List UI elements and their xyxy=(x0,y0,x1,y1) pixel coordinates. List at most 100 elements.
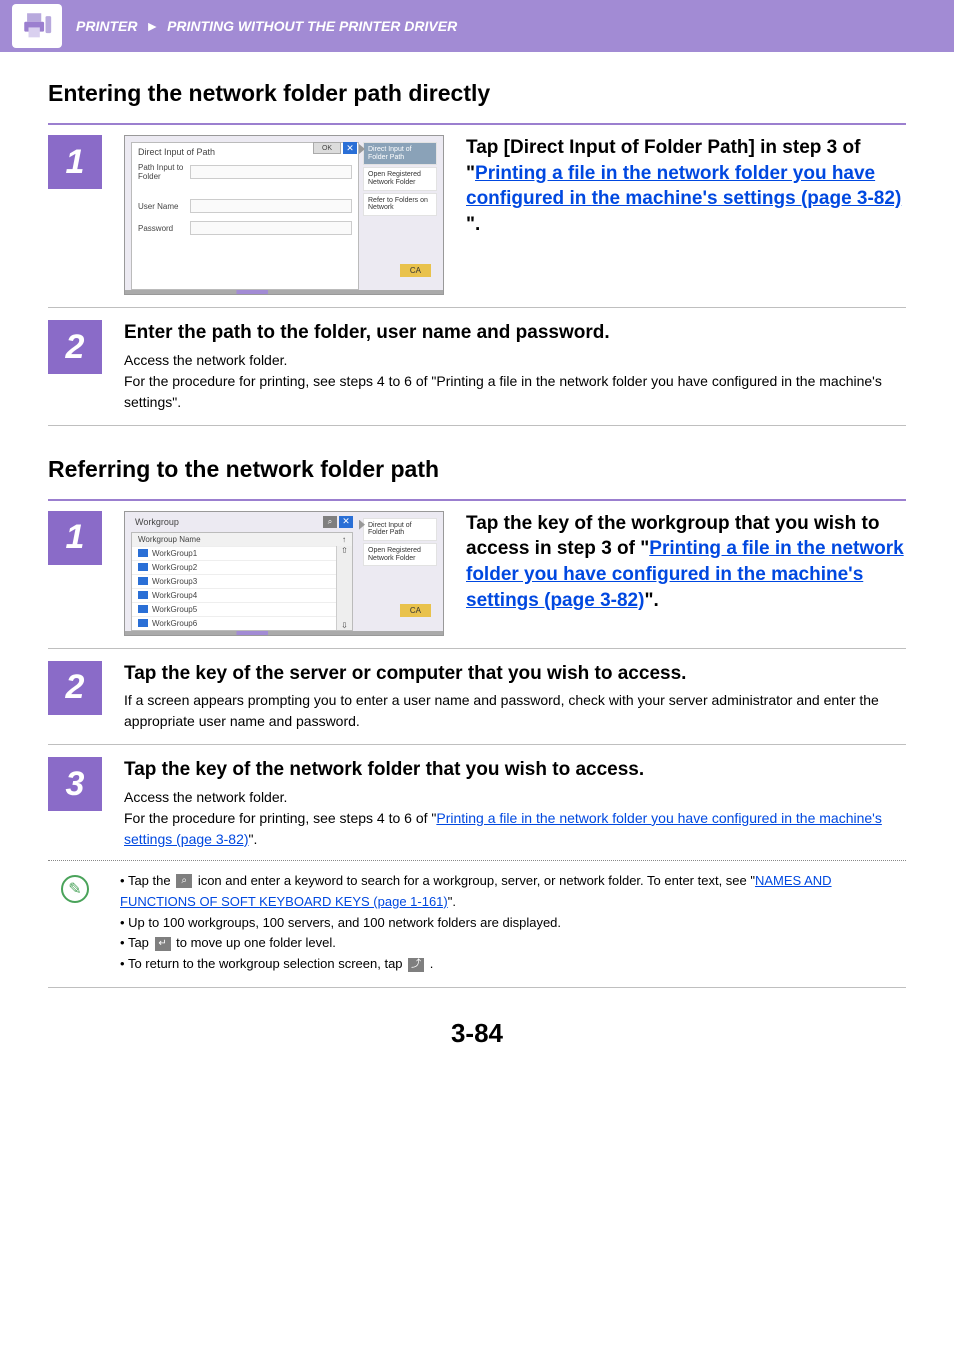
panel-title: Workgroup xyxy=(135,517,179,527)
list-item[interactable]: WorkGroup4 xyxy=(132,588,336,602)
search-icon: ⌕ xyxy=(176,874,192,888)
note-block: ✎ Tap the ⌕ icon and enter a keyword to … xyxy=(48,871,906,975)
step-b2-body: If a screen appears prompting you to ent… xyxy=(124,690,906,732)
header-subsection: PRINTING WITHOUT THE PRINTER DRIVER xyxy=(167,18,457,34)
divider xyxy=(48,744,906,745)
step-a2-body2: For the procedure for printing, see step… xyxy=(124,371,906,413)
workgroup-icon xyxy=(138,619,148,627)
ca-button[interactable]: CA xyxy=(400,604,431,617)
text: To return to the workgroup selection scr… xyxy=(128,956,406,971)
column-header: Workgroup Name xyxy=(138,535,201,544)
note-item: Up to 100 workgroups, 100 servers, and 1… xyxy=(120,913,906,934)
sort-icon[interactable]: ↑ xyxy=(342,535,346,544)
scrollbar[interactable]: ⇧⇩ xyxy=(336,546,352,630)
step-number: 2 xyxy=(48,320,102,374)
close-icon[interactable]: ✕ xyxy=(339,516,353,528)
path-input[interactable] xyxy=(190,165,352,179)
ca-button[interactable]: CA xyxy=(400,264,431,277)
list-item-label: WorkGroup1 xyxy=(152,549,197,558)
text: ". xyxy=(448,894,456,909)
password-label: Password xyxy=(138,224,190,233)
path-label: Path Input to Folder xyxy=(138,163,190,181)
step-b2: 2 Tap the key of the server or computer … xyxy=(48,661,906,733)
device-screenshot-2: Workgroup ⌕ ✕ Workgroup Name ↑ xyxy=(124,511,444,636)
step-number: 3 xyxy=(48,757,102,811)
list-item-label: WorkGroup5 xyxy=(152,605,197,614)
workgroup-icon xyxy=(138,563,148,571)
step-a2-body1: Access the network folder. xyxy=(124,350,906,371)
link-page-3-82[interactable]: Printing a file in the network folder yo… xyxy=(466,163,901,210)
side-refer-folders[interactable]: Refer to Folders on Network xyxy=(363,193,437,216)
side-direct-input[interactable]: Direct Input of Folder Path xyxy=(363,142,437,165)
workgroup-icon xyxy=(138,549,148,557)
step-b1: 1 Workgroup ⌕ ✕ xyxy=(48,511,906,636)
divider xyxy=(48,648,906,649)
list-item[interactable]: WorkGroup2 xyxy=(132,560,336,574)
section-a-title: Entering the network folder path directl… xyxy=(48,80,906,107)
user-label: User Name xyxy=(138,202,190,211)
workgroup-icon xyxy=(138,605,148,613)
step-number: 1 xyxy=(48,135,102,189)
step-b1-title: Tap the key of the workgroup that you wi… xyxy=(466,511,906,614)
text: ". xyxy=(249,831,258,847)
chevron-right-icon: ► xyxy=(145,18,159,34)
divider xyxy=(48,425,906,426)
step-a2-title: Enter the path to the folder, user name … xyxy=(124,320,906,346)
workgroup-icon xyxy=(138,591,148,599)
note-item: To return to the workgroup selection scr… xyxy=(120,954,906,975)
list-item[interactable]: WorkGroup5 xyxy=(132,602,336,616)
text: . xyxy=(426,956,433,971)
user-input[interactable] xyxy=(190,199,352,213)
list-item[interactable]: WorkGroup3 xyxy=(132,574,336,588)
divider xyxy=(48,987,906,988)
side-open-registered[interactable]: Open Registered Network Folder xyxy=(363,543,437,566)
close-icon[interactable]: ✕ xyxy=(343,142,357,154)
step-b3: 3 Tap the key of the network folder that… xyxy=(48,757,906,850)
divider xyxy=(48,307,906,308)
note-item: Tap ↵ to move up one folder level. xyxy=(120,933,906,954)
side-direct-input[interactable]: Direct Input of Folder Path xyxy=(363,518,437,541)
step-b2-title: Tap the key of the server or computer th… xyxy=(124,661,906,687)
text: For the procedure for printing, see step… xyxy=(124,810,436,826)
step-b3-body2: For the procedure for printing, see step… xyxy=(124,808,906,850)
ok-button[interactable]: OK xyxy=(313,142,341,154)
step-number: 1 xyxy=(48,511,102,565)
note-item: Tap the ⌕ icon and enter a keyword to se… xyxy=(120,871,906,913)
note-icon: ✎ xyxy=(48,871,102,903)
side-open-registered[interactable]: Open Registered Network Folder xyxy=(363,167,437,190)
list-item-label: WorkGroup6 xyxy=(152,619,197,628)
text: Tap xyxy=(128,935,153,950)
text: to move up one folder level. xyxy=(173,935,336,950)
divider xyxy=(48,123,906,125)
list-item-label: WorkGroup2 xyxy=(152,563,197,572)
text: icon and enter a keyword to search for a… xyxy=(194,873,755,888)
note-list: Tap the ⌕ icon and enter a keyword to se… xyxy=(120,871,906,975)
list-item-label: WorkGroup4 xyxy=(152,591,197,600)
list-item[interactable]: WorkGroup1 xyxy=(132,546,336,560)
return-icon: ⤴ xyxy=(408,958,424,972)
page-number: 3-84 xyxy=(48,1018,906,1049)
step-a2: 2 Enter the path to the folder, user nam… xyxy=(48,320,906,413)
breadcrumb: PRINTER ► PRINTING WITHOUT THE PRINTER D… xyxy=(76,18,457,34)
list-item-label: WorkGroup3 xyxy=(152,577,197,586)
text: ". xyxy=(466,214,480,235)
divider xyxy=(48,499,906,501)
step-b3-body1: Access the network folder. xyxy=(124,787,906,808)
search-icon[interactable]: ⌕ xyxy=(323,516,337,528)
header-section: PRINTER xyxy=(76,18,137,34)
workgroup-icon xyxy=(138,577,148,585)
step-number: 2 xyxy=(48,661,102,715)
device-screenshot-1: OK ✕ Direct Input of Path Path Input to … xyxy=(124,135,444,295)
divider-dotted xyxy=(48,860,906,861)
list-item[interactable]: WorkGroup6 xyxy=(132,616,336,630)
text: Tap the xyxy=(128,873,174,888)
section-b-title: Referring to the network folder path xyxy=(48,456,906,483)
up-folder-icon: ↵ xyxy=(155,937,171,951)
step-a1-title: Tap [Direct Input of Folder Path] in ste… xyxy=(466,135,906,238)
header-bar: PRINTER ► PRINTING WITHOUT THE PRINTER D… xyxy=(0,0,954,52)
step-a1: 1 OK ✕ Direct Input of Path Path Input t… xyxy=(48,135,906,295)
printer-icon xyxy=(12,4,62,48)
step-b3-title: Tap the key of the network folder that y… xyxy=(124,757,906,783)
password-input[interactable] xyxy=(190,221,352,235)
text: ". xyxy=(644,590,658,611)
